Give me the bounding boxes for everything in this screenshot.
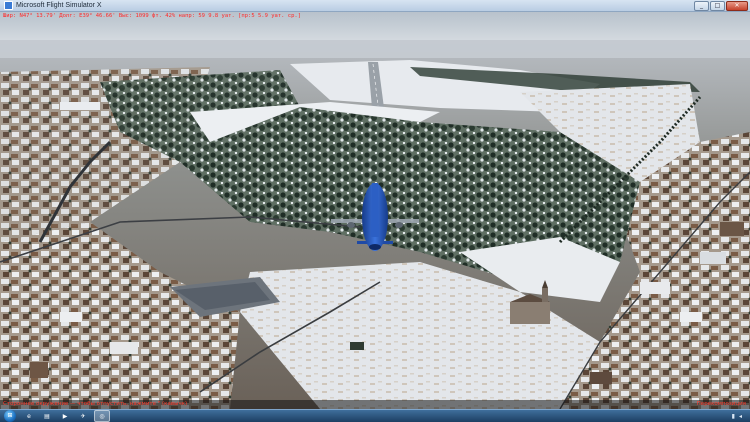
status-mode: Перекомпозиция	[696, 401, 746, 407]
system-tray: ▮ ◂	[732, 410, 746, 422]
windows-taskbar: ⊞ e ▤ ▶ ✈ ◎ ▮ ◂	[0, 409, 750, 422]
windows-start-icon[interactable]: ⊞	[4, 410, 16, 422]
aircraft-tail	[371, 183, 379, 237]
fsx-icon[interactable]: ✈	[76, 411, 90, 421]
close-button[interactable]: ✕	[726, 1, 748, 11]
network-icon[interactable]: ▮	[732, 413, 735, 420]
window-title-bar[interactable]: Microsoft Flight Simulator X _ □ ✕	[0, 0, 750, 12]
simulator-viewport[interactable]	[0, 12, 750, 409]
ie-icon[interactable]: e	[22, 411, 36, 421]
window-caption-buttons: _ □ ✕	[694, 1, 748, 11]
window-title: Microsoft Flight Simulator X	[16, 2, 102, 9]
sim-status-bar: Стороннее окружение — чтобы отпустить, н…	[0, 400, 750, 409]
minimize-button[interactable]: _	[694, 1, 709, 11]
flight-info-bar: Шир: N47° 13.79' Долг: E39° 46.66' Выс: …	[3, 13, 302, 19]
maximize-button[interactable]: □	[710, 1, 725, 11]
app-icon[interactable]: ◎	[94, 410, 110, 422]
explorer-icon[interactable]: ▤	[40, 411, 54, 421]
fsx-app-icon	[4, 1, 13, 10]
media-player-icon[interactable]: ▶	[58, 411, 72, 421]
fsx-window: Microsoft Flight Simulator X _ □ ✕ Шир: …	[0, 0, 750, 422]
status-message: Стороннее окружение — чтобы отпустить, н…	[3, 401, 188, 407]
volume-icon[interactable]: ◂	[739, 413, 742, 420]
winter-city-scene	[0, 12, 750, 409]
